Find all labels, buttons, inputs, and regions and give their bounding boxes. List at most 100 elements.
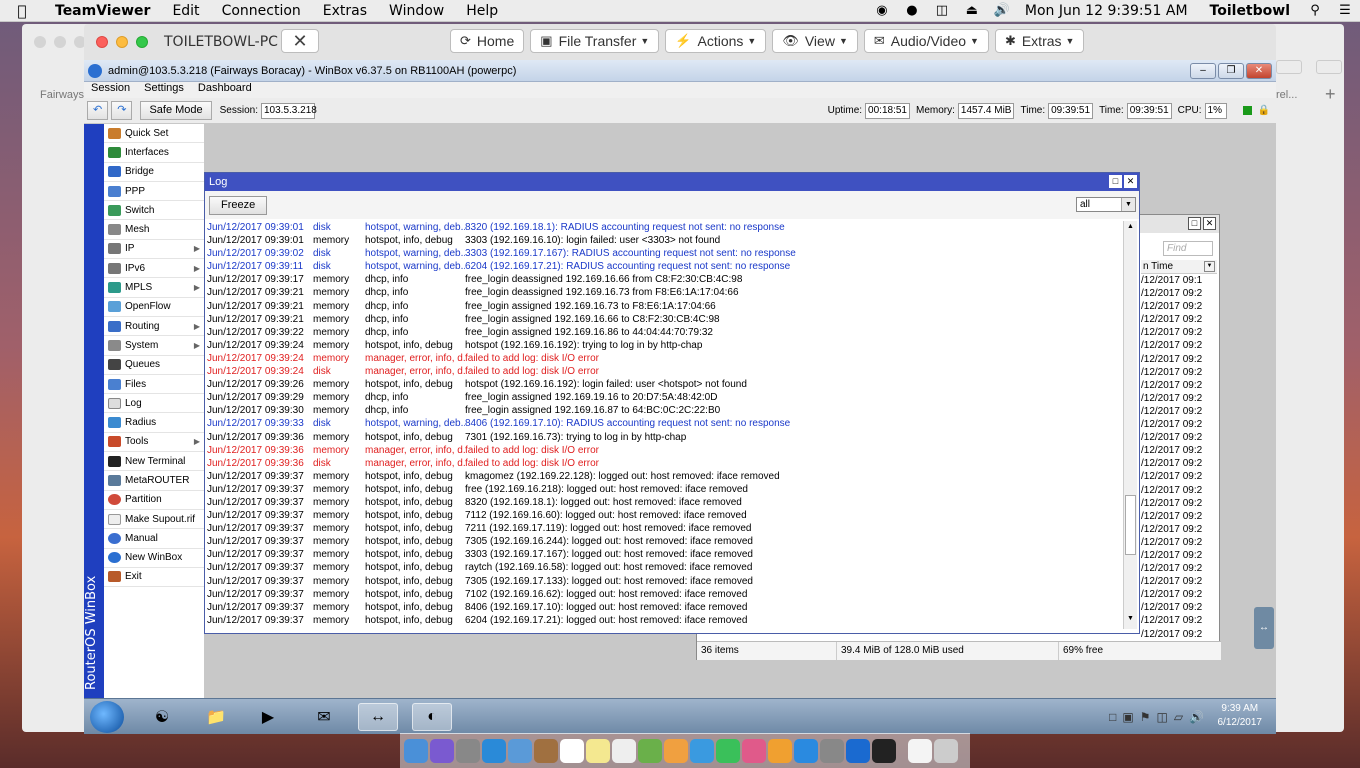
log-row[interactable]: Jun/12/2017 09:39:37 memory hotspot, info,…: [207, 601, 1125, 614]
zoom-window-button[interactable]: [136, 36, 148, 48]
network-tray-icon[interactable]: ▱: [1174, 710, 1183, 724]
sidebar-item-partition[interactable]: Partition: [104, 491, 204, 510]
home-button[interactable]: ⟳ Home: [450, 29, 525, 53]
spotlight-search-icon[interactable]: ⚲: [1300, 3, 1330, 18]
sidebar-item-exit[interactable]: Exit: [104, 568, 204, 588]
notification-center-icon[interactable]: ☰: [1330, 3, 1360, 18]
finder-icon[interactable]: [404, 739, 428, 763]
log-row[interactable]: Jun/12/2017 09:39:22 memory dhcp, info free…: [207, 326, 1125, 339]
log-row[interactable]: Jun/12/2017 09:39:37 memory hotspot, info,…: [207, 614, 1125, 627]
maximize-icon[interactable]: □: [1188, 217, 1201, 230]
sidebar-item-quick-set[interactable]: Quick Set: [104, 124, 204, 144]
close-icon[interactable]: ✕: [1124, 175, 1137, 188]
close-icon[interactable]: ✕: [1203, 217, 1216, 230]
freeze-button[interactable]: Freeze: [209, 195, 268, 215]
sidebar-item-ipv6[interactable]: IPv6 ▶: [104, 259, 204, 279]
facetime-icon[interactable]: [716, 739, 740, 763]
log-scrollbar[interactable]: ▲ ▼: [1123, 221, 1137, 629]
file-transfer-button[interactable]: ▣ File Transfer ▼: [530, 29, 660, 53]
files-row[interactable]: /12/2017 09:2: [1141, 457, 1217, 470]
log-row[interactable]: Jun/12/2017 09:39:21 memory dhcp, info free…: [207, 300, 1125, 313]
display-tray-icon[interactable]: ◫: [1156, 710, 1167, 724]
scroll-up-icon[interactable]: ▲: [1124, 223, 1137, 235]
sidebar-item-ip[interactable]: IP ▶: [104, 240, 204, 260]
sidebar-item-radius[interactable]: Radius: [104, 413, 204, 433]
minimize-icon[interactable]: –: [1190, 63, 1216, 79]
files-row[interactable]: /12/2017 09:2: [1141, 628, 1217, 641]
volume-tray-icon[interactable]: 🔊: [1189, 710, 1204, 724]
files-row[interactable]: /12/2017 09:2: [1141, 339, 1217, 352]
sidebar-item-openflow[interactable]: OpenFlow: [104, 298, 204, 317]
teamviewer-side-tab-icon[interactable]: ↔: [1254, 607, 1274, 649]
log-row[interactable]: Jun/12/2017 09:39:37 memory hotspot, info,…: [207, 548, 1125, 561]
log-row[interactable]: Jun/12/2017 09:39:37 memory hotspot, info,…: [207, 522, 1125, 535]
sidebar-item-routing[interactable]: Routing ▶: [104, 317, 204, 337]
ibooks-icon[interactable]: [768, 739, 792, 763]
menu-connection[interactable]: Connection: [211, 3, 312, 19]
teamviewer-task-icon[interactable]: ↔: [358, 703, 398, 731]
volume-icon[interactable]: 🔊: [987, 3, 1017, 18]
log-row[interactable]: Jun/12/2017 09:39:37 memory hotspot, info,…: [207, 483, 1125, 496]
restore-icon[interactable]: ❐: [1218, 63, 1244, 79]
sidebar-item-tools[interactable]: Tools ▶: [104, 433, 204, 453]
files-row[interactable]: /12/2017 09:2: [1141, 536, 1217, 549]
monitor-tray-icon[interactable]: ▣: [1122, 710, 1133, 724]
terminal-dock-icon[interactable]: [872, 739, 896, 763]
log-row[interactable]: Jun/12/2017 09:39:37 memory hotspot, info,…: [207, 470, 1125, 483]
winbox-task-icon[interactable]: ◐: [412, 703, 452, 731]
new-tab-plus-icon[interactable]: +: [1325, 84, 1336, 105]
files-row[interactable]: /12/2017 09:2: [1141, 313, 1217, 326]
chevron-down-icon[interactable]: ▼: [1204, 261, 1215, 272]
sidebar-item-mpls[interactable]: MPLS ▶: [104, 278, 204, 298]
remote-screen[interactable]: admin@103.5.3.218 (Fairways Boracay) - W…: [84, 60, 1276, 734]
log-row[interactable]: Jun/12/2017 09:39:37 memory hotspot, info,…: [207, 509, 1125, 522]
sidebar-item-ppp[interactable]: PPP: [104, 182, 204, 202]
files-row[interactable]: /12/2017 09:2: [1141, 431, 1217, 444]
menubar-user[interactable]: Toiletbowl: [1200, 3, 1300, 19]
log-row[interactable]: Jun/12/2017 09:39:36 disk manager, error, …: [207, 457, 1125, 470]
start-button[interactable]: [90, 701, 124, 733]
taskbar-clock[interactable]: 9:39 AM 6/12/2017: [1218, 702, 1263, 730]
scrollbar-thumb[interactable]: [1125, 495, 1136, 555]
files-row[interactable]: /12/2017 09:2: [1141, 326, 1217, 339]
sidebar-item-manual[interactable]: Manual: [104, 529, 204, 549]
teamviewer-status-icon[interactable]: ●: [897, 3, 927, 18]
files-row[interactable]: /12/2017 09:2: [1141, 418, 1217, 431]
log-row[interactable]: Jun/12/2017 09:39:37 memory hotspot, info,…: [207, 588, 1125, 601]
safe-mode-button[interactable]: Safe Mode: [140, 101, 212, 120]
log-window-titlebar[interactable]: Log □ ✕: [205, 173, 1139, 191]
log-row[interactable]: Jun/12/2017 09:39:37 memory hotspot, info,…: [207, 575, 1125, 588]
files-row[interactable]: /12/2017 09:2: [1141, 444, 1217, 457]
trash-icon[interactable]: [934, 739, 958, 763]
apple-menu-icon[interactable]: : [0, 2, 44, 20]
close-session-icon[interactable]: ✕: [281, 29, 319, 53]
files-row[interactable]: /12/2017 09:2: [1141, 300, 1217, 313]
log-row[interactable]: Jun/12/2017 09:39:24 memory manager, error…: [207, 352, 1125, 365]
sidebar-item-queues[interactable]: Queues: [104, 356, 204, 375]
files-row[interactable]: /12/2017 09:2: [1141, 497, 1217, 510]
menu-settings[interactable]: Settings: [137, 82, 191, 98]
menu-edit[interactable]: Edit: [161, 3, 210, 19]
app-store-icon[interactable]: [794, 739, 818, 763]
close-window-button[interactable]: [96, 36, 108, 48]
display-icon[interactable]: ◫: [927, 3, 957, 18]
log-row[interactable]: Jun/12/2017 09:39:02 disk hotspot, warning…: [207, 247, 1125, 260]
audio-video-button[interactable]: ✉ Audio/Video ▼: [863, 29, 989, 53]
column-header[interactable]: n Time ▼: [1141, 260, 1217, 274]
minimize-window-button[interactable]: [116, 36, 128, 48]
undo-icon[interactable]: ↶: [87, 101, 109, 120]
actions-button[interactable]: ⚡ Actions ▼: [665, 29, 767, 53]
media-player-icon[interactable]: ▶: [248, 703, 288, 731]
log-row[interactable]: Jun/12/2017 09:39:33 disk hotspot, warning…: [207, 417, 1125, 430]
files-row[interactable]: /12/2017 09:2: [1141, 549, 1217, 562]
files-row[interactable]: /12/2017 09:2: [1141, 575, 1217, 588]
background-tab-label[interactable]: rel...: [1276, 89, 1297, 101]
files-row[interactable]: /12/2017 09:2: [1141, 379, 1217, 392]
sidebar-item-system[interactable]: System ▶: [104, 336, 204, 356]
files-row[interactable]: /12/2017 09:2: [1141, 405, 1217, 418]
file-explorer-icon[interactable]: 📁: [196, 703, 236, 731]
log-row[interactable]: Jun/12/2017 09:39:37 memory hotspot, info,…: [207, 496, 1125, 509]
chevron-down-icon[interactable]: ▼: [1121, 198, 1135, 211]
sidebar-item-interfaces[interactable]: Interfaces: [104, 143, 204, 163]
sidebar-item-make-supout[interactable]: Make Supout.rif: [104, 510, 204, 530]
